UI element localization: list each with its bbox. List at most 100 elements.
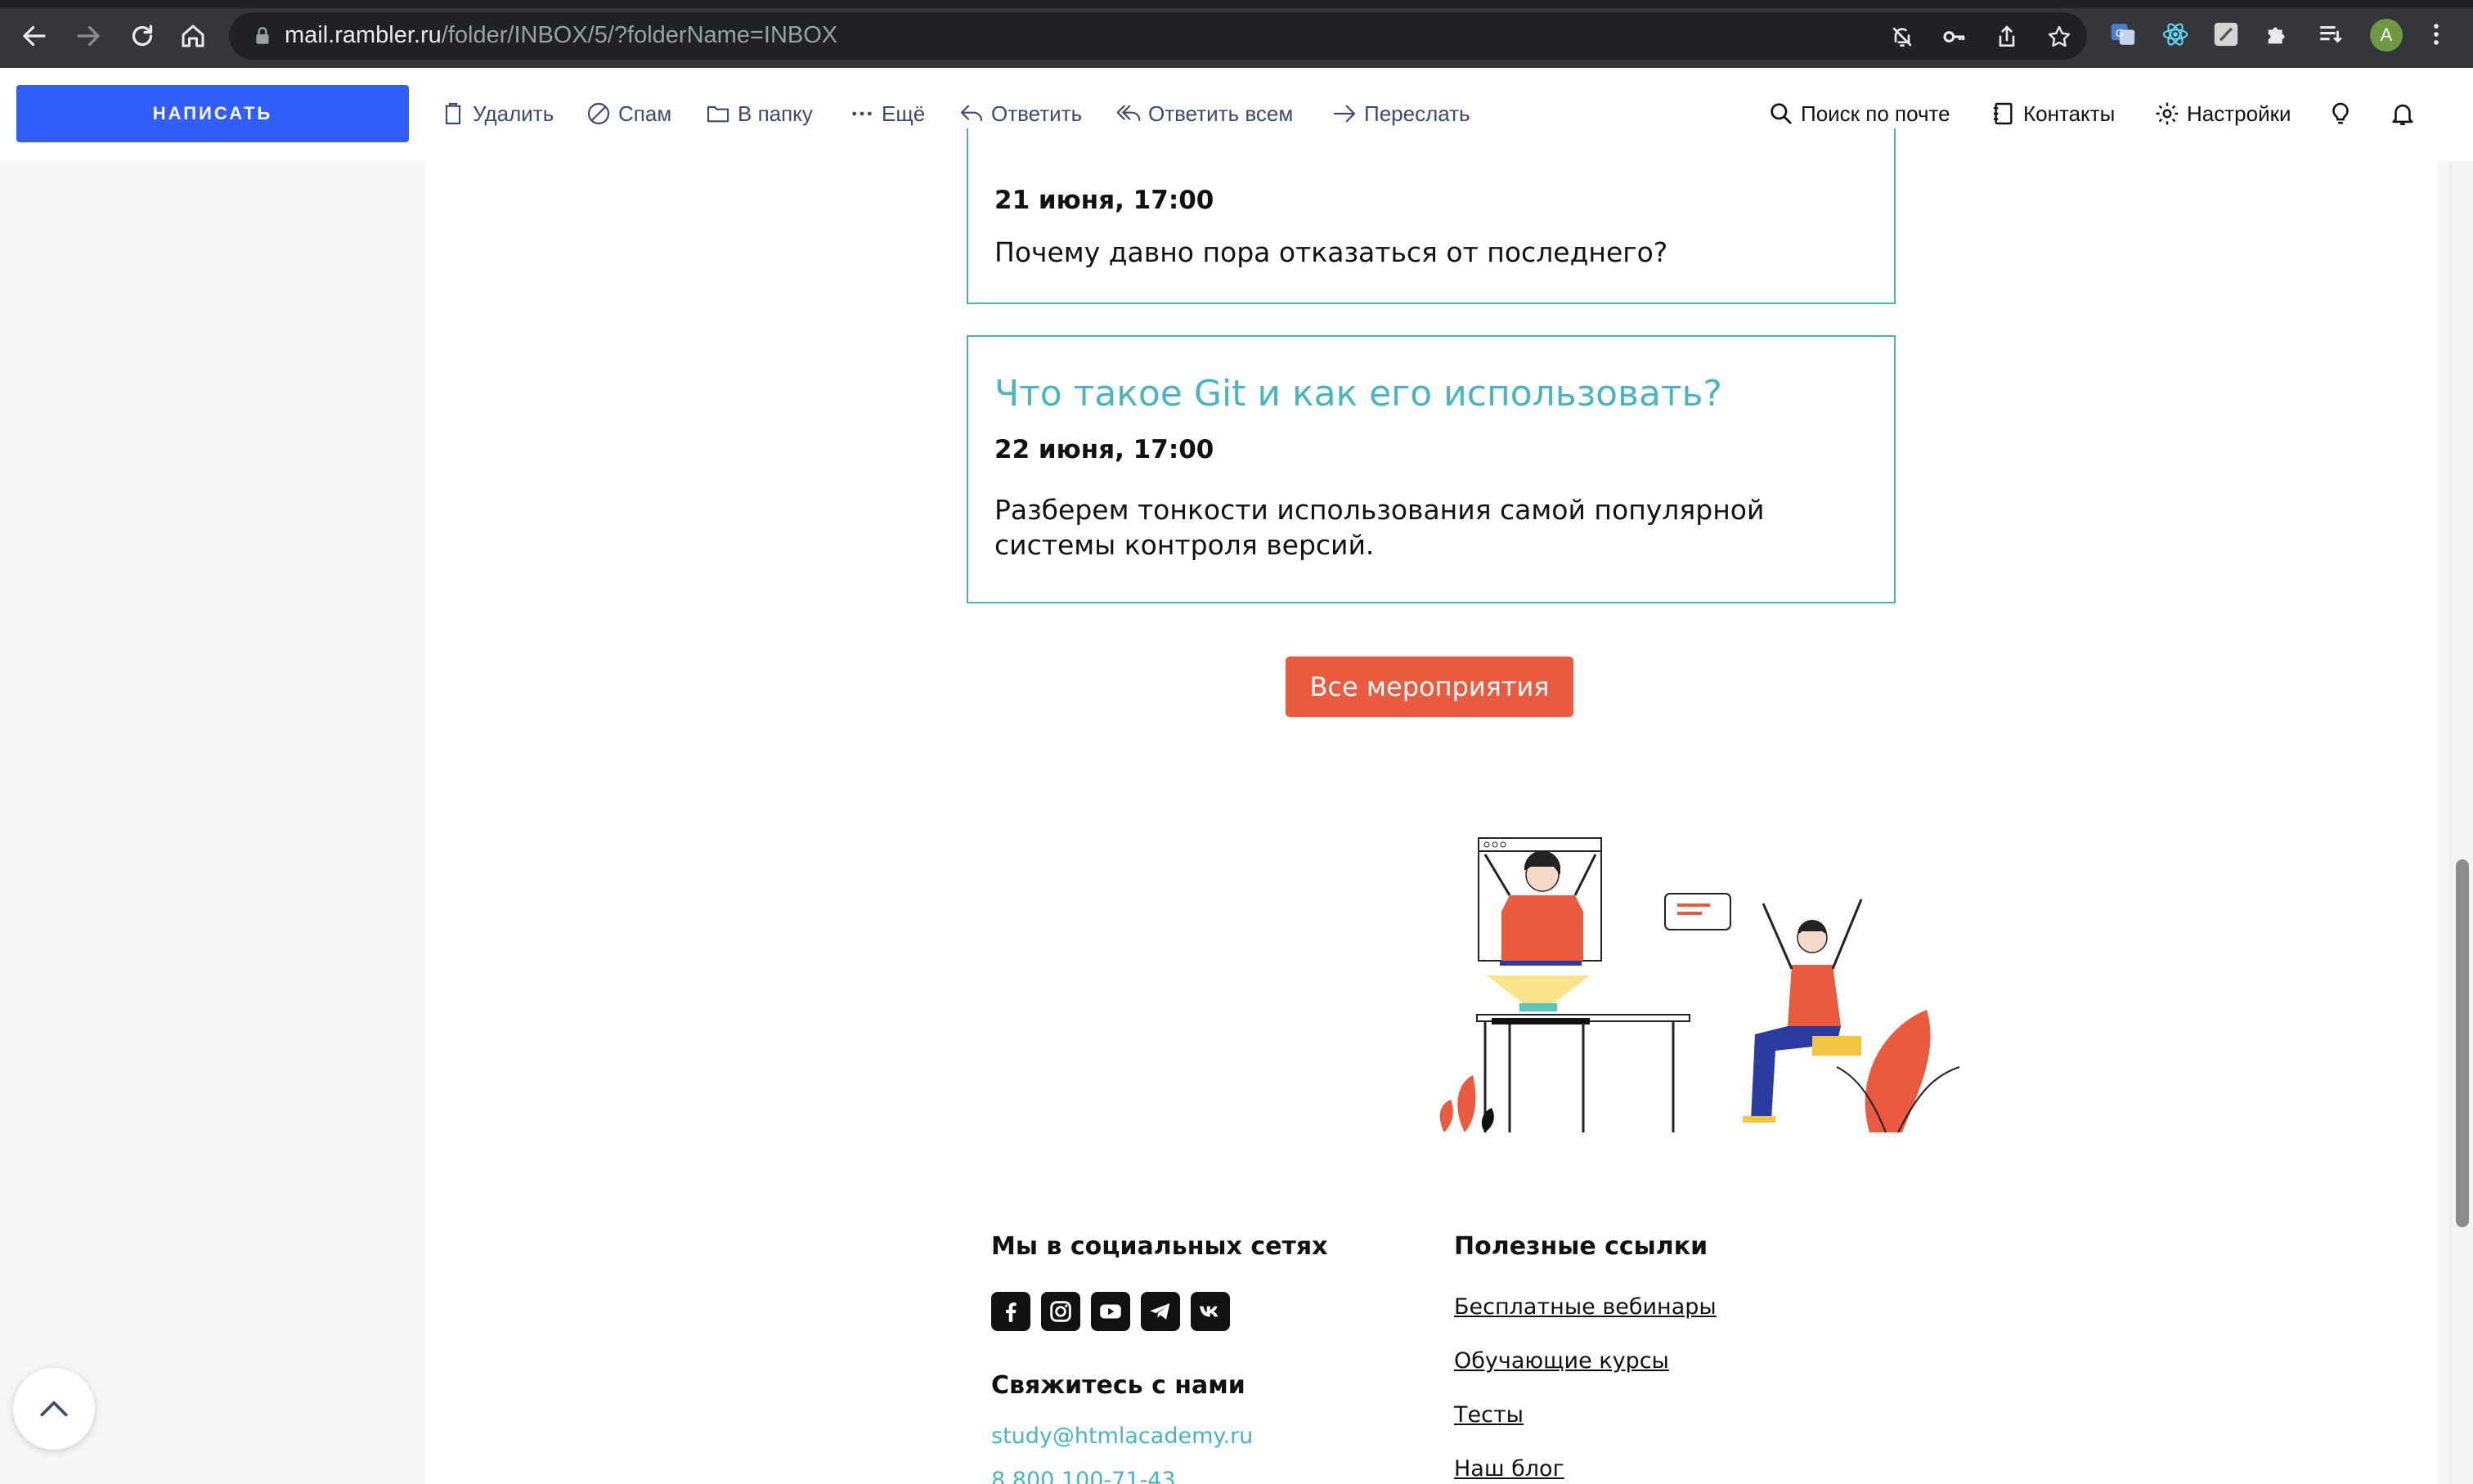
instagram-icon: [1050, 1301, 1071, 1322]
svg-text:G: G: [2116, 28, 2124, 40]
facebook-icon: [1006, 1302, 1017, 1322]
home-icon: [182, 25, 204, 47]
footer-link-courses[interactable]: Обучающие курсы: [1454, 1348, 1669, 1374]
search-icon: [1771, 103, 1792, 124]
bell-icon: [2392, 104, 2413, 126]
reload-icon: [132, 25, 153, 47]
gear-icon: [2156, 102, 2179, 125]
reply-all-icon: [1116, 105, 1141, 122]
search-label: Поиск по почте: [1801, 101, 1950, 126]
event-description: Почему давно пора отказаться от последне…: [994, 236, 1668, 268]
forward-label: Переслать: [1364, 101, 1470, 126]
address-bar[interactable]: mail.rambler.ru/folder/INBOX/5/?folderNa…: [229, 12, 2087, 60]
social-heading: Мы в социальных сетях: [991, 1232, 1328, 1261]
compose-button[interactable]: НАПИСАТЬ: [16, 85, 409, 142]
scrollbar-thumb[interactable]: [2456, 859, 2469, 1227]
url-host: mail.rambler.ru: [285, 22, 442, 48]
scroll-to-top-button[interactable]: [13, 1368, 95, 1450]
lock-icon: [256, 27, 269, 44]
notifications-off-icon[interactable]: [1889, 24, 1915, 50]
move-to-folder-button[interactable]: В папку: [705, 94, 813, 133]
contacts-button[interactable]: Контакты: [1991, 94, 2115, 133]
footer-link-tests[interactable]: Тесты: [1454, 1402, 1524, 1428]
translate-extension-button[interactable]: G: [2107, 19, 2139, 50]
star-icon[interactable]: [2046, 24, 2072, 50]
mail-search-button[interactable]: Поиск по почте: [1768, 94, 1950, 133]
event-date: 21 июня, 17:00: [994, 186, 1214, 215]
tips-button[interactable]: [2323, 96, 2359, 132]
youtube-link[interactable]: [1091, 1292, 1130, 1331]
chevron-up-icon: [40, 1401, 68, 1417]
profile-avatar[interactable]: A: [2370, 19, 2403, 52]
back-button[interactable]: [16, 18, 52, 54]
more-dots-icon: [852, 111, 872, 116]
reply-label: Ответить: [991, 101, 1083, 126]
folder-label: В папку: [738, 101, 813, 126]
event-description: Разберем тонкости использования самой по…: [994, 494, 1765, 561]
forward-arrow-icon: [1333, 105, 1356, 123]
reading-list-icon: [2320, 25, 2342, 43]
youtube-icon: [1100, 1304, 1121, 1319]
more-label: Ещё: [882, 101, 926, 126]
forward-button[interactable]: [70, 18, 106, 54]
reply-button[interactable]: Ответить: [958, 94, 1082, 133]
notifications-button[interactable]: [2385, 96, 2421, 132]
vk-link[interactable]: [1191, 1292, 1230, 1331]
reading-list-button[interactable]: [2315, 19, 2346, 50]
settings-button[interactable]: Настройки: [2154, 94, 2291, 133]
trash-icon: [445, 102, 461, 125]
translate-extension-icon: G: [2111, 24, 2135, 45]
more-button[interactable]: Ещё: [849, 94, 925, 133]
tab-strip: [0, 0, 2473, 8]
event-card: Что такое Git и как его использовать? 22…: [967, 335, 1896, 603]
email-body: 21 июня, 17:00 Почему давно пора отказат…: [425, 128, 2437, 1484]
menu-icon: [2434, 24, 2439, 45]
contacts-label: Контакты: [2023, 101, 2116, 126]
react-devtools-icon: [2162, 23, 2188, 46]
back-icon: [23, 25, 46, 47]
share-icon[interactable]: [1994, 24, 2020, 50]
delete-button[interactable]: Удалить: [440, 94, 554, 133]
spam-button[interactable]: Спам: [586, 94, 671, 133]
contact-email-link[interactable]: study@htmlacademy.ru: [991, 1423, 1253, 1449]
contacts-icon: [1994, 102, 2013, 125]
key-icon[interactable]: [1941, 24, 1968, 50]
folder-icon: [707, 105, 729, 123]
puzzle-icon: [2268, 27, 2285, 44]
webinar-illustration: [1439, 837, 1960, 1133]
instagram-link[interactable]: [1041, 1292, 1080, 1331]
forward-button-mail[interactable]: Переслать: [1331, 94, 1470, 133]
reload-button[interactable]: [124, 18, 160, 54]
vk-icon: [1200, 1306, 1219, 1317]
url-path: /folder/INBOX/5/?folderName=INBOX: [441, 22, 838, 48]
footer-link-webinars[interactable]: Бесплатные вебинары: [1454, 1294, 1717, 1320]
contact-phone-link[interactable]: 8 800 100-71-43: [991, 1468, 1176, 1484]
spam-label: Спам: [618, 101, 672, 126]
reply-all-label: Ответить всем: [1148, 101, 1294, 126]
extensions-menu-button[interactable]: [2262, 19, 2293, 50]
extension-button[interactable]: [2210, 19, 2242, 50]
spam-icon: [587, 102, 610, 125]
delete-label: Удалить: [473, 101, 554, 126]
reply-all-button[interactable]: Ответить всем: [1115, 94, 1293, 133]
links-heading: Полезные ссылки: [1454, 1232, 1708, 1261]
browser-menu-button[interactable]: [2421, 19, 2452, 50]
react-devtools-button[interactable]: [2160, 19, 2191, 50]
browser-toolbar: mail.rambler.ru/folder/INBOX/5/?folderNa…: [0, 0, 2473, 68]
event-date: 22 июня, 17:00: [994, 435, 1214, 464]
forward-icon: [77, 25, 100, 47]
page-scrollbar[interactable]: [2450, 161, 2473, 1484]
social-links: [991, 1292, 1230, 1331]
home-button[interactable]: [175, 18, 211, 54]
url-text: mail.rambler.ru/folder/INBOX/5/?folderNa…: [285, 22, 837, 49]
footer-link-blog[interactable]: Наш блог: [1454, 1456, 1564, 1482]
facebook-link[interactable]: [991, 1292, 1030, 1331]
message-view: 21 июня, 17:00 Почему давно пора отказат…: [0, 128, 2473, 1484]
all-events-button[interactable]: Все мероприятия: [1286, 657, 1573, 717]
telegram-link[interactable]: [1141, 1292, 1180, 1331]
telegram-icon: [1150, 1303, 1170, 1320]
lightbulb-icon: [2332, 102, 2349, 124]
screen: mail.rambler.ru/folder/INBOX/5/?folderNa…: [0, 0, 2473, 1484]
reply-icon: [960, 105, 983, 122]
event-title-link[interactable]: Что такое Git и как его использовать?: [994, 373, 1722, 415]
